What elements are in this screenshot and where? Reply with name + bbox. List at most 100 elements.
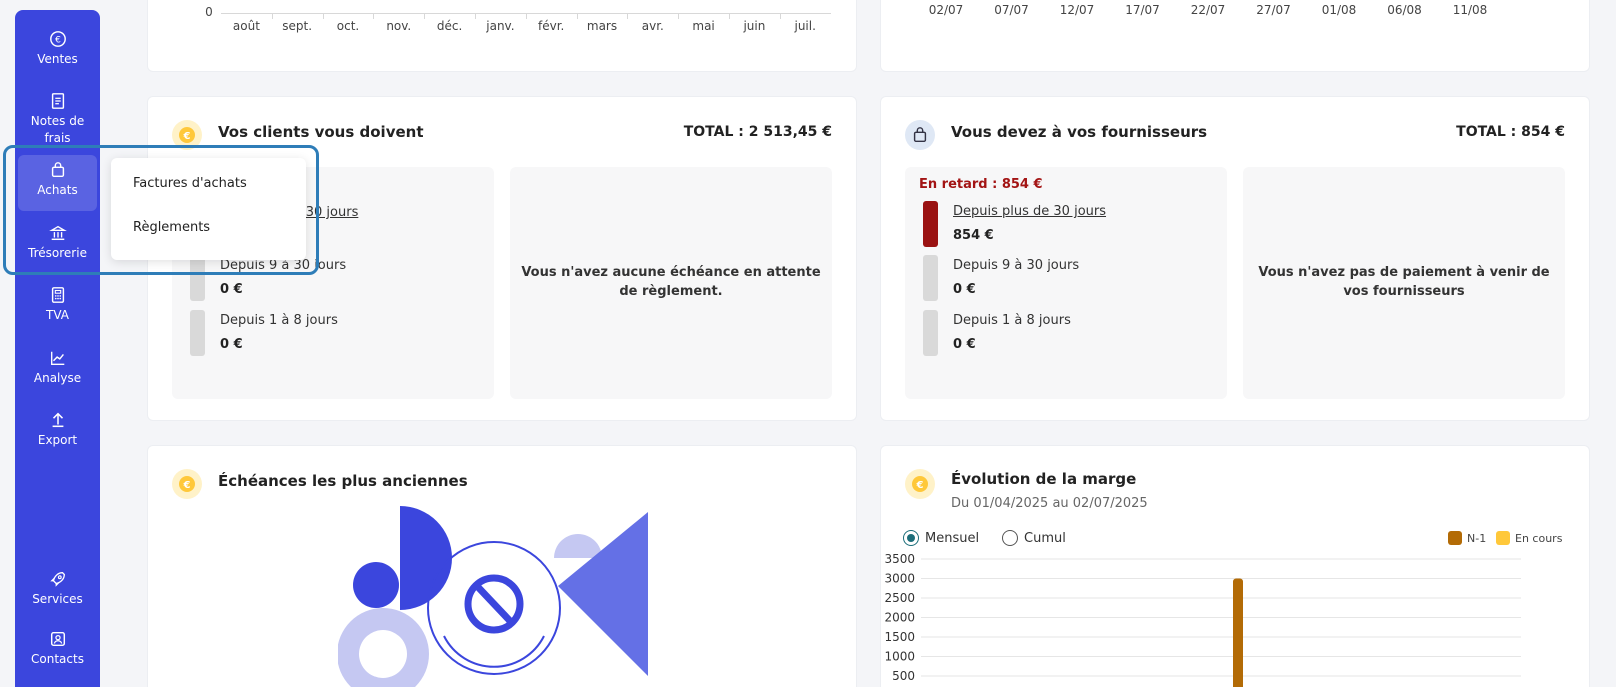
x-axis-month-label: avr. [641, 19, 664, 33]
x-axis-tick [779, 13, 781, 19]
svg-text:€: € [916, 480, 924, 491]
achats-submenu: Factures d'achats Règlements [111, 158, 306, 260]
x-axis-tick [322, 13, 324, 19]
legend-label: En cours [1515, 531, 1563, 545]
radio-label: Mensuel [925, 530, 980, 546]
x-axis-month-label: janv. [486, 19, 515, 33]
x-axis-month-label: août [232, 19, 260, 33]
euro-coin-icon: € [905, 469, 935, 499]
x-axis-tick [627, 13, 629, 19]
sidebar-item-label: Notes de frais [30, 114, 85, 145]
line-chart-icon [50, 351, 64, 365]
aging-value: 0 € [220, 337, 243, 352]
x-axis-month-label: oct. [336, 19, 360, 33]
upload-icon [52, 412, 63, 428]
y-axis-zero-label: 0 [205, 5, 213, 19]
card-title: Échéances les plus anciennes [218, 472, 468, 490]
card-title: Vos clients vous doivent [218, 123, 424, 141]
receipt-icon [51, 93, 64, 109]
oldest-due-card: € Échéances les plus anciennes [147, 445, 857, 687]
aging-label: Depuis 1 à 8 jours [220, 313, 338, 328]
x-axis-tick [271, 13, 273, 19]
treasury-chart-card: 02/07 07/07 12/07 17/07 22/07 27/07 01/08 06/08… [880, 0, 1590, 72]
x-axis-date-label: 06/08 [1387, 3, 1422, 17]
sidebar-item-services[interactable]: Services [18, 564, 97, 614]
submenu-item-factures-achats[interactable]: Factures d'achats [133, 176, 247, 191]
card-total: TOTAL : 2 513,45 € [683, 124, 832, 140]
x-axis-tick [525, 13, 527, 19]
submenu-item-reglements[interactable]: Règlements [133, 220, 210, 235]
radio-monthly[interactable]: Mensuel [903, 530, 979, 546]
legend-swatch [1496, 531, 1510, 545]
x-axis-date-label: 22/07 [1190, 3, 1226, 17]
y-axis-tick-label: 3500 [884, 552, 915, 566]
x-axis-month-label: mars [586, 19, 618, 33]
x-axis-date-label: 01/08 [1321, 3, 1357, 17]
x-axis-tick [424, 13, 426, 19]
empty-state-panel: Vous n'avez pas de paiement à venir de v… [1243, 167, 1565, 399]
sidebar-item-label: Services [32, 592, 83, 606]
euro-icon: € [49, 31, 66, 47]
aging-value: 0 € [953, 337, 976, 352]
sidebar-item-ventes[interactable]: € Ventes [18, 24, 97, 74]
sidebar-item-analyse[interactable]: Analyse [18, 343, 97, 393]
sidebar-item-contacts[interactable]: Contacts [18, 624, 97, 674]
empty-state-message: Vous n'avez pas de paiement à venir de v… [1258, 265, 1550, 299]
x-axis-date-label: 27/07 [1256, 3, 1291, 17]
x-axis-month-label: mai [692, 19, 715, 33]
y-axis-tick-label: 1000 [884, 650, 915, 664]
x-axis-month-label: déc. [436, 19, 463, 33]
empty-state-illustration [338, 506, 648, 687]
aging-panel: En retard : 854 € Depuis plus de 30 jour… [905, 167, 1227, 399]
sidebar-item-label: Contacts [31, 652, 84, 666]
svg-text:€: € [183, 131, 191, 142]
sidebar-item-export[interactable]: Export [18, 405, 97, 455]
aging-value: 854 € [953, 228, 994, 243]
sidebar-item-notes-de-frais[interactable]: Notes de frais [18, 86, 97, 153]
y-axis-tick-label: 1500 [884, 630, 915, 644]
radio-cumul[interactable]: Cumul [1002, 530, 1066, 546]
rocket-icon [49, 572, 65, 587]
x-axis-date-label: 12/07 [1059, 3, 1095, 17]
aging-label: Depuis 9 à 30 jours [953, 258, 1080, 273]
empty-state-panel: Vous n'avez aucune échéance en attente d… [510, 167, 832, 399]
suppliers-payables-card: Vous devez à vos fournisseurs TOTAL : 85… [880, 96, 1590, 421]
x-axis-month-label: févr. [538, 19, 565, 33]
margin-evolution-card: € Évolution de la marge Du 01/04/2025 au… [880, 445, 1590, 687]
late-amount: En retard : 854 € [919, 177, 1043, 192]
sidebar-item-tva[interactable]: TVA [18, 280, 97, 330]
euro-coin-icon: € [172, 469, 202, 499]
x-axis-date-label: 07/07 [994, 3, 1029, 17]
bar-n1[interactable] [1233, 578, 1243, 687]
legend-label: N-1 [1467, 531, 1487, 545]
sidebar-item-label: TVA [46, 308, 69, 322]
x-axis-tick [373, 13, 375, 19]
y-axis-tick-label: 500 [892, 669, 915, 683]
card-title: Vous devez à vos fournisseurs [951, 123, 1208, 141]
card-total: TOTAL : 854 € [1456, 124, 1565, 140]
aging-value: 0 € [220, 282, 243, 297]
radio-button-checked [903, 530, 919, 546]
y-axis-tick-label: 2500 [884, 591, 915, 605]
sidebar-item-label: Ventes [37, 52, 78, 66]
x-axis-tick [678, 13, 680, 19]
empty-state-message: Vous n'avez aucune échéance en attente d… [521, 265, 821, 299]
calculator-icon [51, 287, 64, 303]
aging-bar [923, 255, 938, 301]
legend-current[interactable]: En cours [1496, 531, 1562, 545]
legend-swatch [1448, 531, 1462, 545]
aging-link-over-30[interactable]: Depuis plus de 30 jours [953, 204, 1106, 219]
aging-bar [190, 310, 205, 356]
svg-text:€: € [183, 480, 191, 491]
date-range-subtitle: Du 01/04/2025 au 02/07/2025 [951, 496, 1148, 511]
radio-button [1002, 530, 1018, 546]
contact-card-icon [50, 631, 65, 647]
radio-label: Cumul [1024, 530, 1066, 546]
y-axis-tick-label: 3000 [884, 572, 915, 586]
sales-chart-card: 0 août sept. oct. nov. déc. janv. févr. mars avr… [147, 0, 857, 72]
aging-bar [923, 310, 938, 356]
margin-bar-chart: 3500 3000 2500 2000 1500 1000 500 [884, 552, 1521, 687]
aging-value: 0 € [953, 282, 976, 297]
legend-n1[interactable]: N-1 [1448, 531, 1486, 545]
y-axis-tick-label: 2000 [884, 611, 915, 625]
